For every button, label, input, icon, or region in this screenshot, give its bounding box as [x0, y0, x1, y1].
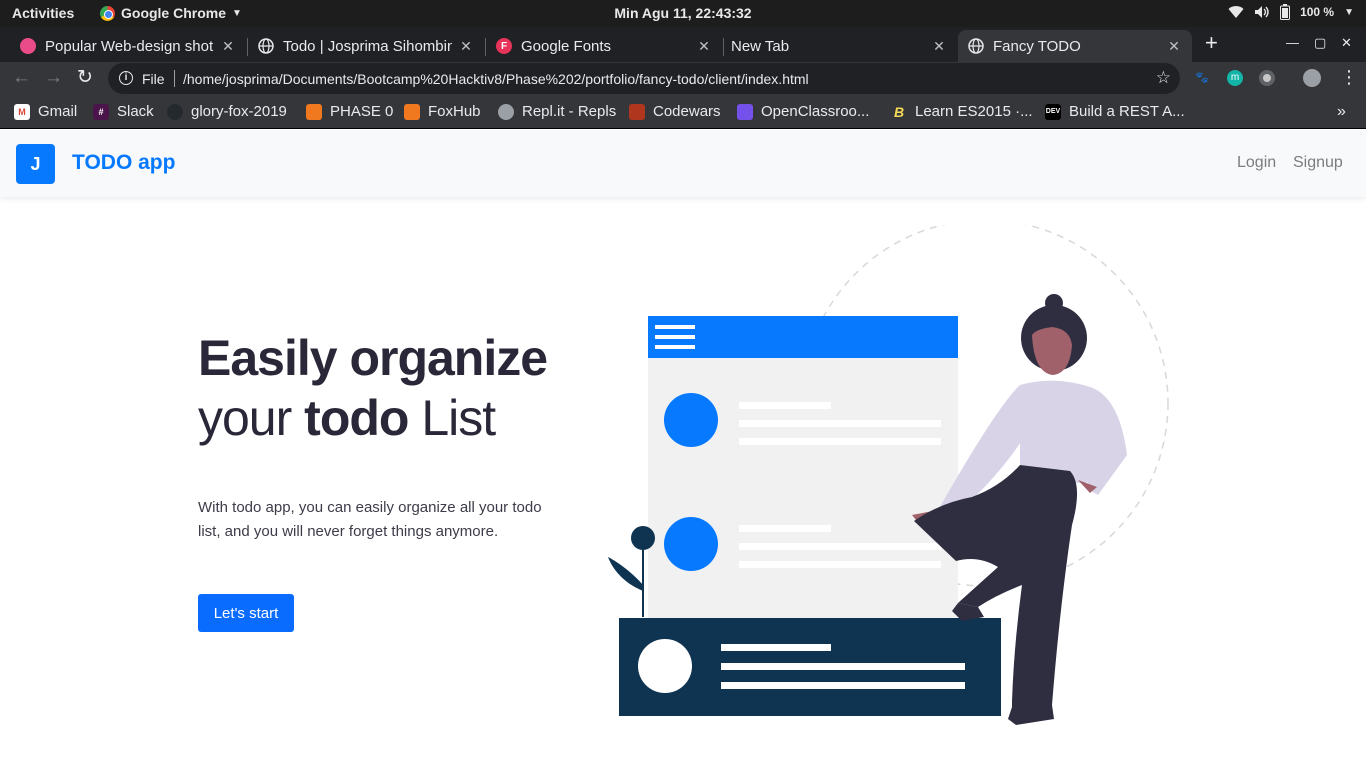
wifi-icon — [1228, 6, 1244, 19]
fox-icon — [306, 103, 322, 120]
tab-new-tab[interactable]: New Tab ✕ — [721, 30, 957, 62]
extension-circle-icon[interactable] — [1259, 70, 1275, 86]
chevron-down-icon: ▼ — [232, 7, 242, 19]
close-icon[interactable]: ✕ — [931, 38, 947, 55]
menu-kebab-icon[interactable]: ⋮ — [1340, 68, 1358, 86]
chrome-icon — [100, 5, 115, 21]
dribbble-icon — [20, 38, 36, 54]
close-icon[interactable]: ✕ — [220, 38, 236, 55]
hero-description: With todo app, you can easily organize a… — [198, 499, 542, 540]
bookmark-build-rest[interactable]: DEV Build a REST A... — [1045, 103, 1185, 120]
google-fonts-icon: F — [496, 38, 512, 54]
dev-icon: DEV — [1045, 103, 1061, 120]
brand-logo[interactable]: J — [16, 144, 55, 184]
globe-icon — [968, 38, 984, 54]
address-bar[interactable]: i File /home/josprima/Documents/Bootcamp… — [108, 63, 1180, 94]
github-icon — [167, 103, 183, 120]
tab-title: Popular Web-design shot — [45, 37, 214, 55]
bookmarks-bar: M Gmail # Slack glory-fox-2019 PHASE 0 F… — [0, 96, 1366, 129]
fox-icon — [404, 103, 420, 120]
volume-icon — [1255, 6, 1269, 18]
minimize-button[interactable]: — — [1286, 35, 1299, 50]
brand-name[interactable]: TODO app — [72, 151, 175, 175]
tab-todo[interactable]: Todo | Josprima Sihombing ✕ — [248, 30, 484, 62]
tab-dribbble[interactable]: Popular Web-design shot ✕ — [10, 30, 246, 62]
openclassrooms-icon — [737, 103, 753, 120]
bookmark-foxhub[interactable]: FoxHub — [404, 103, 481, 120]
bookmark-glory-fox[interactable]: glory-fox-2019 — [167, 103, 287, 120]
close-window-button[interactable]: ✕ — [1341, 35, 1352, 51]
info-icon[interactable]: i — [119, 71, 133, 85]
new-tab-button[interactable]: + — [1205, 32, 1218, 54]
slack-icon: # — [93, 103, 109, 120]
bookmark-slack[interactable]: # Slack — [93, 103, 154, 120]
app-menu-label: Google Chrome — [121, 5, 227, 21]
bookmark-codewars[interactable]: Codewars — [629, 103, 721, 120]
close-icon[interactable]: ✕ — [458, 38, 474, 55]
system-tray[interactable]: 100 % ▼ — [1228, 4, 1354, 20]
globe-icon — [258, 38, 274, 54]
tab-fancy-todo[interactable]: Fancy TODO ✕ — [958, 30, 1192, 62]
hero-heading-line2: your todo List — [198, 390, 496, 446]
extension-paw-icon[interactable]: 🐾 — [1195, 71, 1211, 87]
activities-button[interactable]: Activities — [12, 5, 74, 21]
web-page: J TODO app Login Signup Easily organize … — [0, 130, 1366, 768]
close-icon[interactable]: ✕ — [696, 38, 712, 55]
site-navbar: J TODO app Login Signup — [0, 130, 1366, 197]
maximize-button[interactable]: ▢ — [1314, 35, 1326, 51]
system-top-bar: Activities Google Chrome ▼ Min Agu 11, 2… — [0, 0, 1366, 27]
battery-icon — [1280, 4, 1291, 20]
bookmark-learn-es2015[interactable]: B Learn ES2015 ·... — [891, 103, 1033, 120]
browser-toolbar: ← → ↻ i File /home/josprima/Documents/Bo… — [0, 62, 1366, 96]
lets-start-button[interactable]: Let's start — [198, 594, 294, 632]
babel-icon: B — [893, 103, 905, 120]
hero-heading-line1: Easily organize — [198, 330, 548, 386]
tab-title: Google Fonts — [521, 37, 612, 55]
bookmark-gmail[interactable]: M Gmail — [14, 103, 77, 120]
tab-title: New Tab — [731, 37, 790, 55]
hero-heading: Easily organize your todo List — [198, 328, 548, 448]
signup-link[interactable]: Signup — [1293, 154, 1343, 172]
reload-button[interactable]: ↻ — [77, 67, 93, 89]
todo-list-illustration — [608, 225, 1169, 725]
bookmark-openclassrooms[interactable]: OpenClassroo... — [737, 103, 869, 120]
bookmarks-overflow-icon[interactable]: » — [1337, 103, 1346, 121]
tab-title: Todo | Josprima Sihombing — [283, 37, 452, 55]
battery-level: 100 % — [1300, 5, 1335, 19]
codewars-icon — [629, 103, 645, 120]
bookmark-star-icon[interactable]: ☆ — [1156, 68, 1171, 88]
replit-icon — [498, 103, 514, 120]
url-scheme: File — [142, 71, 165, 87]
gmail-icon: M — [14, 103, 30, 120]
login-link[interactable]: Login — [1237, 154, 1276, 172]
tab-title: Fancy TODO — [993, 37, 1081, 55]
forward-button[interactable]: → — [44, 67, 63, 89]
tab-google-fonts[interactable]: F Google Fonts ✕ — [486, 30, 722, 62]
bookmark-replit[interactable]: Repl.it - Repls — [498, 103, 616, 120]
extension-m-icon[interactable]: m — [1227, 70, 1243, 86]
app-menu[interactable]: Google Chrome ▼ — [100, 5, 242, 21]
close-icon[interactable]: ✕ — [1166, 38, 1182, 55]
back-button[interactable]: ← — [12, 67, 31, 89]
profile-avatar[interactable] — [1303, 69, 1321, 87]
tab-strip: Popular Web-design shot ✕ Todo | Josprim… — [0, 27, 1366, 62]
url-text[interactable]: /home/josprima/Documents/Bootcamp%20Hack… — [183, 71, 809, 87]
chevron-down-icon: ▼ — [1344, 6, 1354, 18]
bookmark-phase-0[interactable]: PHASE 0 — [306, 103, 393, 120]
